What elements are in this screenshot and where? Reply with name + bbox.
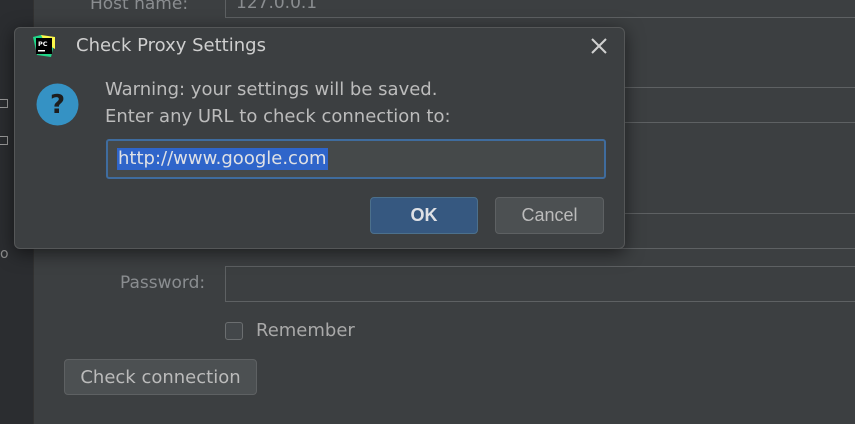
- host-name-label: Host name:: [90, 0, 189, 14]
- url-input[interactable]: http://www.google.com: [106, 139, 606, 179]
- dialog-title-bar[interactable]: PC Check Proxy Settings: [15, 28, 624, 66]
- strip-label: o: [0, 246, 9, 262]
- strip-button-icon[interactable]: [0, 99, 8, 108]
- svg-text:?: ?: [50, 90, 65, 120]
- check-connection-button[interactable]: Check connection: [64, 359, 257, 395]
- password-field[interactable]: [225, 266, 855, 302]
- url-input-value: http://www.google.com: [117, 148, 328, 170]
- question-icon: ?: [36, 83, 79, 126]
- dialog-title: Check Proxy Settings: [76, 35, 266, 56]
- remember-label: Remember: [256, 320, 355, 341]
- instruction-message: Enter any URL to check connection to:: [105, 106, 451, 127]
- login-field[interactable]: [620, 213, 855, 249]
- svg-text:PC: PC: [38, 40, 48, 48]
- host-name-value: 127.0.0.1: [236, 0, 318, 13]
- cancel-button[interactable]: Cancel: [495, 197, 604, 234]
- close-icon[interactable]: [588, 35, 610, 57]
- ok-button[interactable]: OK: [370, 197, 478, 234]
- pycharm-icon: PC: [33, 35, 55, 57]
- warning-message: Warning: your settings will be saved.: [105, 79, 438, 100]
- strip-button-icon[interactable]: [0, 136, 8, 145]
- port-field[interactable]: [620, 87, 855, 123]
- host-name-field[interactable]: 127.0.0.1: [225, 0, 855, 18]
- remember-checkbox[interactable]: [225, 322, 243, 340]
- check-proxy-dialog: PC Check Proxy Settings ? Warning: your …: [14, 27, 625, 249]
- password-label: Password:: [120, 273, 206, 293]
